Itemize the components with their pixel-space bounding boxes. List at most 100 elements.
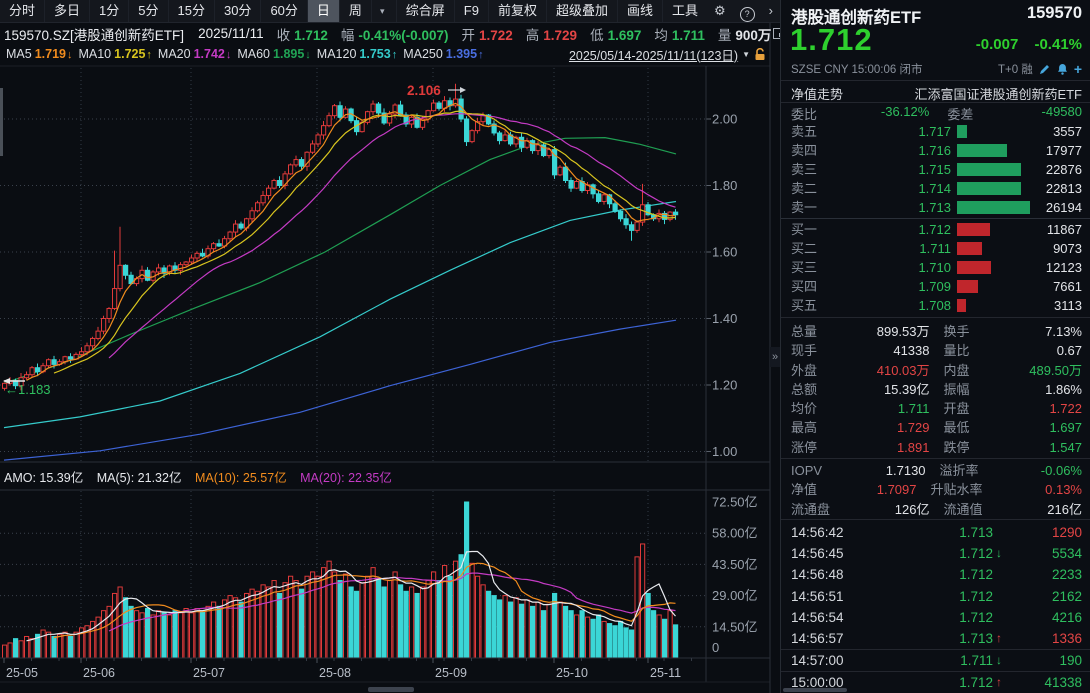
- bid-price[interactable]: 1.709: [827, 277, 951, 296]
- gear-icon[interactable]: ⚙: [707, 0, 733, 22]
- edit-icon[interactable]: [1038, 63, 1051, 76]
- bid-price[interactable]: 1.708: [827, 296, 951, 315]
- tape-row: 14:56:481.7122233: [781, 564, 1090, 585]
- ma-label: MA250: [403, 47, 443, 61]
- period-60分[interactable]: 60分: [261, 0, 307, 22]
- panel-collapse-handle[interactable]: »: [770, 347, 780, 367]
- bid-row[interactable]: 买二1.7119073: [781, 239, 1090, 258]
- ma-label: MA20: [158, 47, 191, 61]
- amo-value: AMO: 15.39亿: [4, 471, 83, 485]
- tape-time: 14:56:57: [791, 628, 877, 649]
- unlock-icon[interactable]: [754, 48, 766, 61]
- toolbar-前复权[interactable]: 前复权: [488, 0, 546, 22]
- period-5分[interactable]: 5分: [129, 0, 168, 22]
- ask-row[interactable]: 卖一1.71326194: [781, 198, 1090, 217]
- weicha-value: -49580: [973, 104, 1082, 123]
- info-label: 量: [718, 28, 732, 43]
- bid-row[interactable]: 买五1.7083113: [781, 296, 1090, 315]
- bid-row[interactable]: 买一1.71211867: [781, 220, 1090, 239]
- stat-label: 流通值: [944, 500, 983, 519]
- amo-ma5: MA(5): 21.32亿: [97, 471, 182, 485]
- ask-row[interactable]: 卖三1.71522876: [781, 160, 1090, 179]
- svg-text:←1.183: ←1.183: [5, 382, 51, 397]
- toolbar-工具[interactable]: 工具: [662, 0, 707, 22]
- ma-label: MA5: [6, 47, 32, 61]
- date-range-selector[interactable]: 2025/05/14-2025/11/11(123日) ▼: [569, 45, 766, 64]
- toolbar-超级叠加[interactable]: 超级叠加: [546, 0, 617, 22]
- ask-row[interactable]: 卖五1.7173557: [781, 122, 1090, 141]
- svg-text:25-06: 25-06: [83, 666, 115, 680]
- period-1分[interactable]: 1分: [90, 0, 129, 22]
- stat-value: 899.53万: [817, 322, 929, 341]
- left-scrollbar-thumb[interactable]: [0, 88, 3, 156]
- stat-label: 最高: [791, 418, 817, 437]
- ask-size: 22876: [1046, 160, 1082, 179]
- nav-trend-link[interactable]: 净值走势: [791, 84, 843, 103]
- weibi-value: -36.12%: [821, 104, 930, 123]
- stats-block-1: 总量899.53万换手7.13%现手41338量比0.67外盘410.03万内盘…: [781, 322, 1090, 457]
- period-分时[interactable]: 分时: [0, 0, 45, 22]
- ma-items: MA51.719↓MA101.725↑MA201.742↓MA601.895↓M…: [0, 47, 484, 61]
- stat-value: 1.697: [970, 418, 1082, 437]
- period-多日[interactable]: 多日: [45, 0, 90, 22]
- ask-price[interactable]: 1.716: [827, 141, 951, 160]
- tape-down-arrow-icon: ↓: [996, 650, 1012, 671]
- ask-price[interactable]: 1.715: [827, 160, 951, 179]
- change-value: -0.007: [976, 36, 1019, 53]
- ma-value: 1.725: [114, 47, 145, 61]
- weicha-label: 委差: [947, 104, 973, 123]
- commission-ratio-row: 委比 -36.12% 委差 -49580: [791, 104, 1082, 123]
- ask-price[interactable]: 1.713: [827, 198, 951, 217]
- tape-price: 1.711: [877, 650, 993, 671]
- bid-price[interactable]: 1.711: [827, 239, 951, 258]
- volume-indicator-labels: AMO: 15.39亿 MA(5): 21.32亿 MA(10): 25.57亿…: [4, 467, 402, 486]
- bottom-scrollbar-thumb[interactable]: [368, 687, 414, 692]
- ask-volume-bar: [957, 144, 1007, 157]
- toolbar-画线[interactable]: 画线: [617, 0, 662, 22]
- ask-size: 22813: [1046, 179, 1082, 198]
- stat-value: 0.67: [970, 341, 1082, 360]
- tape-price: 1.712: [877, 586, 993, 607]
- ma-trend-arrow: ↑: [392, 49, 398, 61]
- panel-scrollbar-thumb[interactable]: [783, 688, 847, 692]
- bid-volume-bar: [957, 261, 991, 274]
- toolbar-综合屏[interactable]: 综合屏: [396, 0, 454, 22]
- bell-icon[interactable]: [1056, 63, 1069, 76]
- bid-row[interactable]: 买四1.7097661: [781, 277, 1090, 296]
- period-日[interactable]: 日: [308, 0, 340, 22]
- period-周[interactable]: 周: [340, 0, 372, 22]
- ask-price[interactable]: 1.717: [827, 122, 951, 141]
- period-dropdown-caret[interactable]: ▾: [372, 6, 393, 17]
- ask-price[interactable]: 1.714: [827, 179, 951, 198]
- tape-price: 1.712: [877, 543, 993, 564]
- stat-label: 涨停: [791, 438, 817, 457]
- tape-down-arrow-icon: ↓: [996, 543, 1012, 564]
- chevron-right-icon[interactable]: ›: [762, 0, 780, 22]
- ask-row[interactable]: 卖二1.714 22813: [781, 179, 1090, 198]
- ask-label: 卖二: [791, 179, 827, 198]
- bid-price[interactable]: 1.710: [827, 258, 951, 277]
- svg-text:25-05: 25-05: [6, 666, 38, 680]
- stat-value: 489.50万: [970, 361, 1082, 380]
- tape-row: 14:56:541.7124216: [781, 607, 1090, 628]
- quote-panel: 港股通创新药ETF 159570 1.712 -0.007 -0.41% SZS…: [780, 0, 1090, 693]
- stat-value: 1.729: [817, 418, 929, 437]
- help-icon[interactable]: ?: [733, 0, 762, 22]
- kline-chart[interactable]: 2.001.801.601.401.201.0072.50亿58.00亿43.5…: [0, 0, 780, 693]
- svg-text:58.00亿: 58.00亿: [712, 526, 758, 541]
- ask-volume-bar: [957, 125, 967, 138]
- bid-row[interactable]: 买三1.71012123: [781, 258, 1090, 277]
- period-30分[interactable]: 30分: [215, 0, 261, 22]
- period-15分[interactable]: 15分: [169, 0, 215, 22]
- ask-row[interactable]: 卖四1.71617977: [781, 141, 1090, 160]
- stat-value: 410.03万: [817, 361, 929, 380]
- add-icon[interactable]: +: [1074, 61, 1082, 77]
- chevron-down-icon: ▼: [742, 50, 750, 59]
- svg-text:25-07: 25-07: [193, 666, 225, 680]
- fund-name-link[interactable]: 汇添富国证港股通创新药ETF: [914, 84, 1082, 103]
- svg-text:1.60: 1.60: [712, 245, 737, 260]
- tape-price: 1.712: [877, 672, 993, 693]
- toolbar-F9[interactable]: F9: [454, 0, 488, 22]
- info-value: 1.729: [543, 28, 577, 43]
- bid-price[interactable]: 1.712: [827, 220, 951, 239]
